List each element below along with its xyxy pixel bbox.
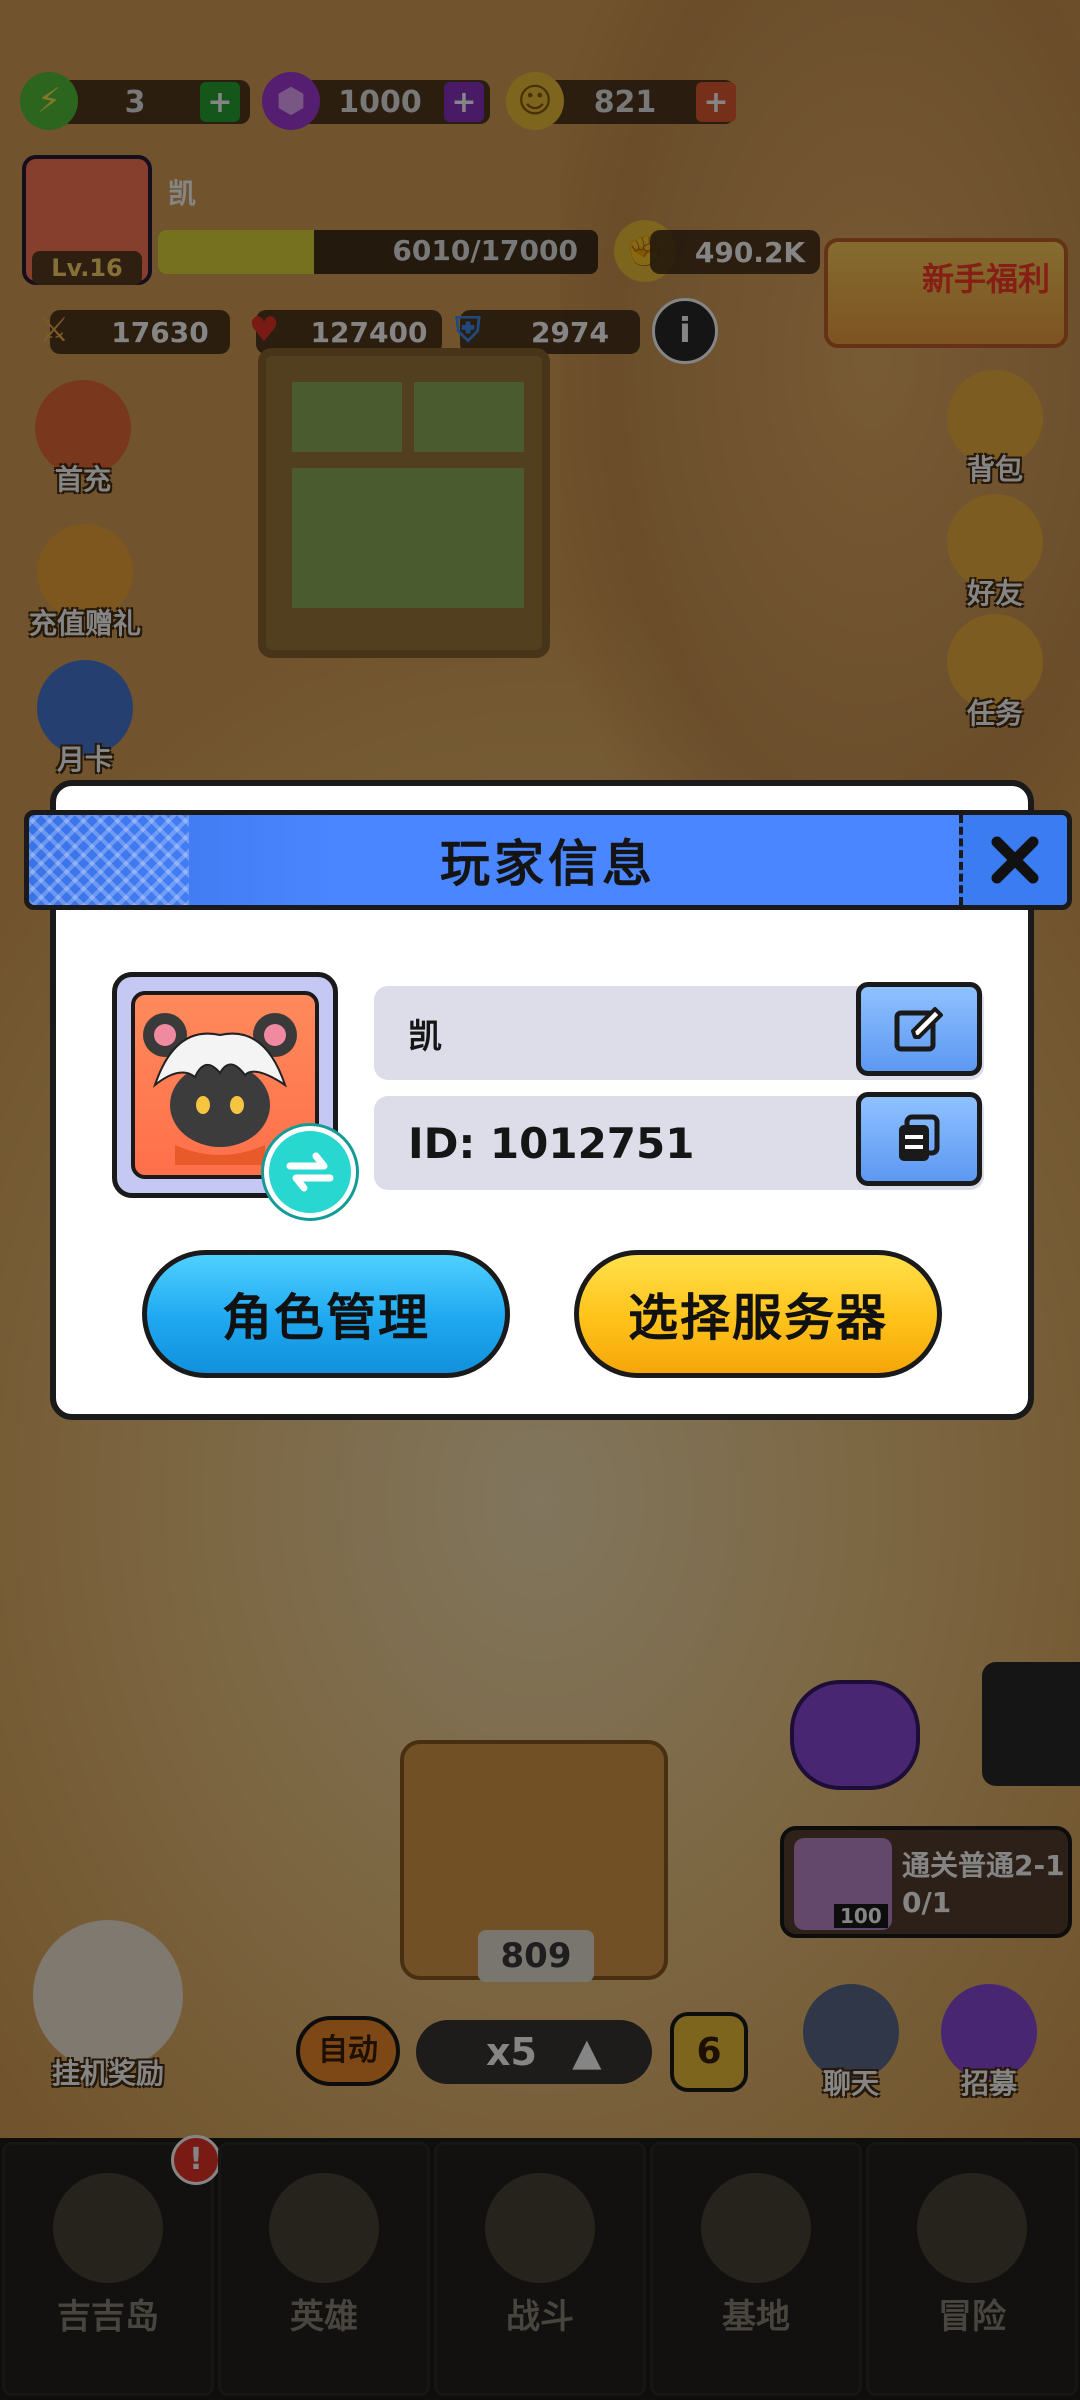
dialog-header: 玩家信息 <box>24 810 1072 910</box>
select-server-button[interactable]: 选择服务器 <box>574 1250 942 1378</box>
player-name-value: 凯 <box>408 1016 442 1057</box>
swap-arrows-icon <box>286 1152 334 1192</box>
role-management-label: 角色管理 <box>222 1289 430 1347</box>
edit-name-button[interactable] <box>856 982 982 1076</box>
copy-id-button[interactable] <box>856 1092 982 1186</box>
edit-pencil-icon <box>894 1007 943 1052</box>
dialog-title: 玩家信息 <box>440 835 656 893</box>
header-pattern <box>29 815 189 905</box>
change-avatar-button[interactable] <box>264 1126 356 1218</box>
select-server-label: 选择服务器 <box>628 1289 888 1347</box>
role-management-button[interactable]: 角色管理 <box>142 1250 510 1378</box>
player-id-value: ID: 1012751 <box>408 1118 695 1168</box>
close-icon <box>991 836 1039 884</box>
player-info-dialog: 玩家信息 凯 ID: 1012751 角色管理 选择服务器 <box>24 780 1072 1420</box>
close-button[interactable] <box>959 815 1067 905</box>
copy-icon <box>899 1114 940 1161</box>
